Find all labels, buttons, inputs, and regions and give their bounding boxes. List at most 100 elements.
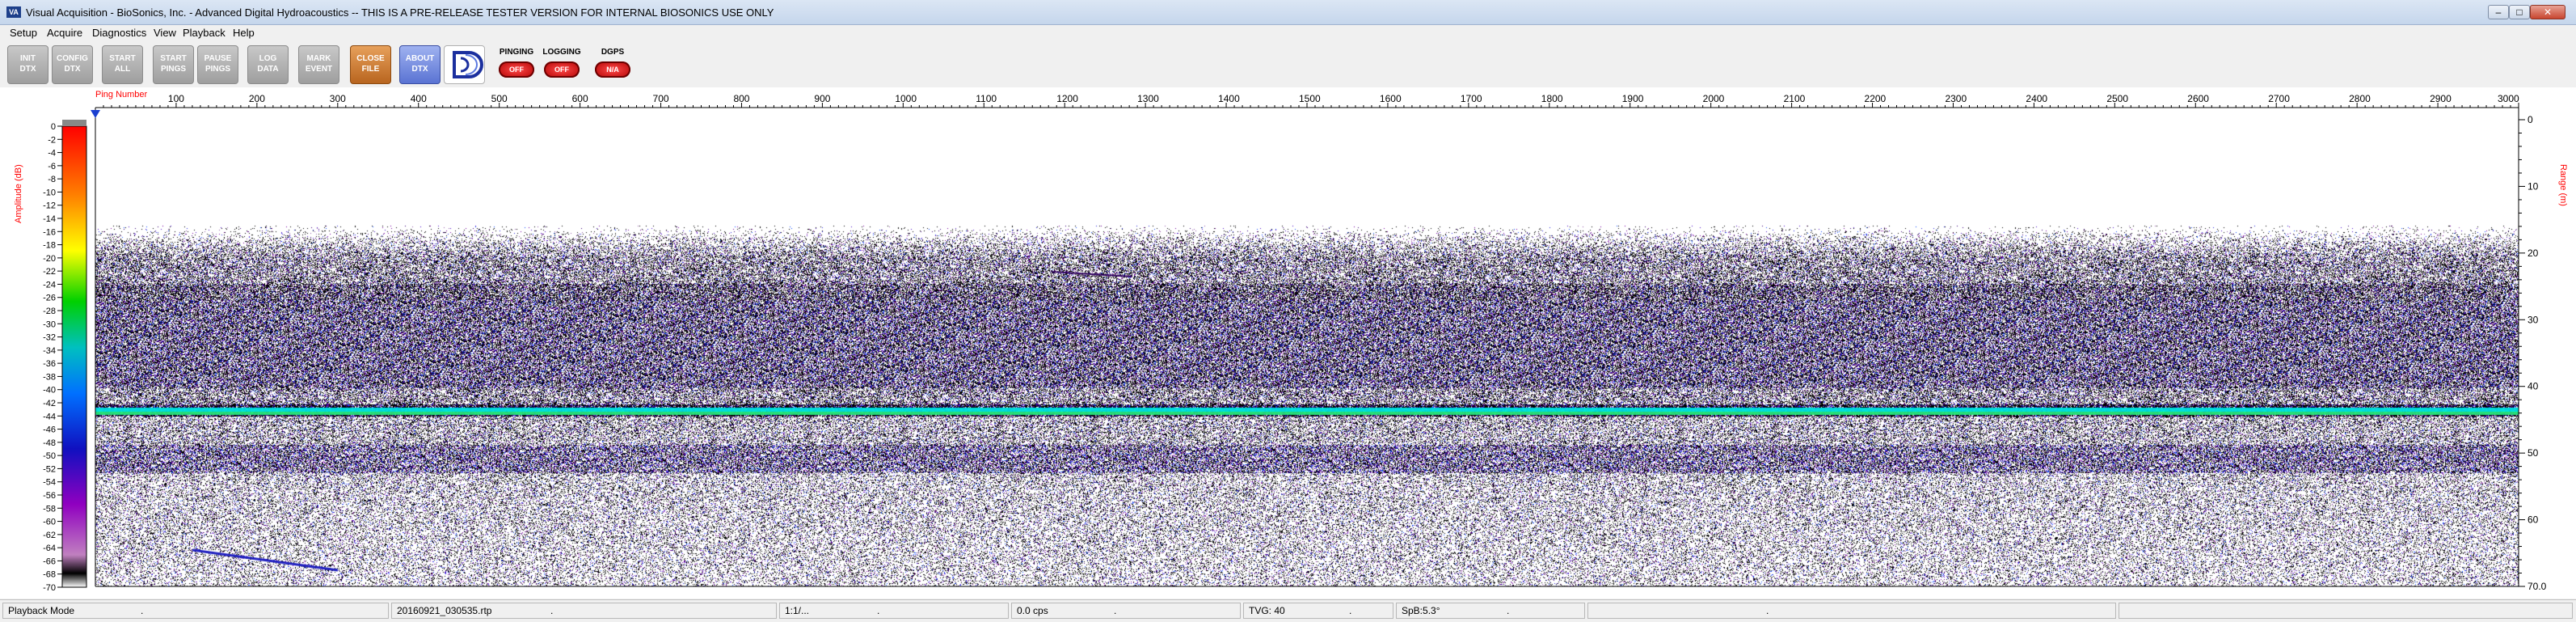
minimize-button[interactable]: – bbox=[2488, 5, 2509, 19]
close-file-button[interactable]: CLOSE FILE bbox=[350, 45, 391, 84]
status-separator: . bbox=[141, 605, 144, 616]
amp-tick-label: -36 bbox=[43, 359, 56, 369]
x-tick-label: 2900 bbox=[2430, 93, 2452, 104]
amp-tick-label: -56 bbox=[43, 491, 56, 501]
status-file-text: 20160921_030535.rtp bbox=[397, 605, 492, 616]
echogram-panel: Ping Number Amplitude (dB) Range (m) 0 -2… bbox=[0, 87, 2576, 599]
x-tick-label: 300 bbox=[330, 93, 346, 104]
amp-tick-label: -18 bbox=[43, 241, 56, 251]
logging-toggle[interactable]: OFF bbox=[544, 61, 580, 78]
x-tick-label: 2200 bbox=[1865, 93, 1887, 104]
logging-label: LOGGING bbox=[542, 48, 581, 57]
about-dtx-button[interactable]: ABOUT DTX bbox=[399, 45, 441, 84]
range-ticks: 0 10 20 30 40 50 60 70.0 bbox=[2519, 114, 2547, 592]
amplitude-colorbar bbox=[61, 125, 87, 588]
status-tvg: TVG: 40. bbox=[1243, 603, 1393, 619]
maximize-icon: □ bbox=[2516, 6, 2523, 18]
button-label: ALL bbox=[114, 65, 131, 74]
dgps-label: DGPS bbox=[601, 48, 625, 57]
status-extra: . bbox=[1587, 603, 2116, 619]
start-pings-button[interactable]: START PINGS bbox=[153, 45, 194, 84]
x-tick-label: 1700 bbox=[1461, 93, 1482, 104]
amp-tick-label: -66 bbox=[43, 556, 56, 566]
dgps-toggle[interactable]: N/A bbox=[595, 61, 630, 78]
app-icon: VA bbox=[6, 6, 21, 18]
x-tick-label: 1800 bbox=[1541, 93, 1563, 104]
range-tick-label: 30 bbox=[2528, 314, 2539, 325]
menu-bar: Setup Acquire Diagnostics View Playback … bbox=[0, 25, 2576, 41]
button-label: DTX bbox=[19, 65, 36, 74]
button-label: PINGS bbox=[160, 65, 187, 74]
range-tick-label: 50 bbox=[2528, 447, 2539, 459]
x-tick-label: 2300 bbox=[1945, 93, 1967, 104]
x-tick-label: 500 bbox=[491, 93, 508, 104]
biosonics-logo-button[interactable] bbox=[444, 45, 485, 84]
range-tick-label: 20 bbox=[2528, 248, 2539, 259]
amp-tick-label: -20 bbox=[43, 254, 56, 264]
status-spb: SpB:5.3°. bbox=[1396, 603, 1585, 619]
maximize-button[interactable]: □ bbox=[2509, 5, 2530, 19]
menu-diagnostics[interactable]: Diagnostics bbox=[92, 27, 146, 39]
config-dtx-button[interactable]: CONFIG DTX bbox=[52, 45, 93, 84]
ping-cursor-icon[interactable] bbox=[91, 110, 100, 118]
amp-tick-label: -70 bbox=[43, 583, 56, 593]
x-axis-title: Ping Number bbox=[95, 90, 148, 99]
pinging-indicator: PINGING OFF bbox=[495, 45, 538, 84]
range-axis-title: Range (m) bbox=[2558, 164, 2568, 206]
x-tick-label: 1000 bbox=[895, 93, 917, 104]
menu-acquire[interactable]: Acquire bbox=[47, 27, 82, 39]
x-tick-label: 2100 bbox=[1784, 93, 1806, 104]
biosonics-logo-icon bbox=[453, 51, 483, 78]
x-tick-label: 1600 bbox=[1380, 93, 1402, 104]
status-separator: . bbox=[1507, 605, 1510, 616]
init-dtx-button[interactable]: INIT DTX bbox=[7, 45, 48, 84]
echogram-axes: Ping Number Amplitude (dB) Range (m) 0 -2… bbox=[14, 90, 2568, 593]
log-data-button[interactable]: LOG DATA bbox=[247, 45, 289, 84]
amp-tick-label: -46 bbox=[43, 425, 56, 435]
amp-tick-label: -48 bbox=[43, 438, 56, 448]
x-tick-label: 800 bbox=[733, 93, 749, 104]
menu-view[interactable]: View bbox=[154, 27, 176, 39]
range-tick-label: 10 bbox=[2528, 180, 2539, 192]
amp-tick-label: -68 bbox=[43, 570, 56, 580]
amp-tick-label: -38 bbox=[43, 372, 56, 382]
amp-tick-label: -44 bbox=[43, 412, 56, 421]
x-tick-label: 1400 bbox=[1218, 93, 1240, 104]
amplitude-axis-title: Amplitude (dB) bbox=[14, 164, 23, 223]
x-tick-label: 600 bbox=[572, 93, 588, 104]
amp-tick-label: -60 bbox=[43, 518, 56, 527]
x-tick-label: 3000 bbox=[2498, 93, 2519, 104]
amp-tick-label: -32 bbox=[43, 333, 56, 343]
button-label: FILE bbox=[361, 65, 380, 74]
close-window-button[interactable]: ✕ bbox=[2530, 5, 2565, 19]
status-ping-position-text: 1:1/... bbox=[785, 605, 810, 616]
status-ping-position: 1:1/.... bbox=[779, 603, 1009, 619]
menu-playback[interactable]: Playback bbox=[183, 27, 226, 39]
button-label: START bbox=[109, 54, 136, 63]
button-label: PINGS bbox=[204, 65, 231, 74]
status-tvg-text: TVG: 40 bbox=[1249, 605, 1285, 616]
toolbar: INIT DTX CONFIG DTX START ALL START PINGS PA… bbox=[0, 41, 2576, 87]
x-tick-label: 900 bbox=[814, 93, 830, 104]
amp-tick-label: -40 bbox=[43, 386, 56, 396]
status-mode-text: Playback Mode bbox=[8, 605, 75, 616]
status-file: 20160921_030535.rtp. bbox=[391, 603, 777, 619]
pause-pings-button[interactable]: PAUSE PINGS bbox=[197, 45, 238, 84]
range-tick-label: 70.0 bbox=[2528, 581, 2547, 592]
range-tick-label: 60 bbox=[2528, 514, 2539, 526]
button-label: DTX bbox=[64, 65, 81, 74]
menu-setup[interactable]: Setup bbox=[10, 27, 37, 39]
button-label: START bbox=[160, 54, 187, 63]
amp-tick-label: -16 bbox=[43, 227, 56, 237]
window-title: Visual Acquisition - BioSonics, Inc. - A… bbox=[26, 6, 774, 19]
button-label: PAUSE bbox=[204, 54, 232, 63]
amp-tick-label: -24 bbox=[43, 280, 56, 290]
dgps-indicator: DGPS N/A bbox=[591, 45, 635, 84]
button-label: DTX bbox=[411, 65, 428, 74]
pinging-toggle[interactable]: OFF bbox=[499, 61, 534, 78]
x-tick-label: 2500 bbox=[2106, 93, 2128, 104]
start-all-button[interactable]: START ALL bbox=[102, 45, 143, 84]
mark-event-button[interactable]: MARK EVENT bbox=[298, 45, 339, 84]
menu-help[interactable]: Help bbox=[233, 27, 255, 39]
x-tick-label: 1500 bbox=[1299, 93, 1321, 104]
